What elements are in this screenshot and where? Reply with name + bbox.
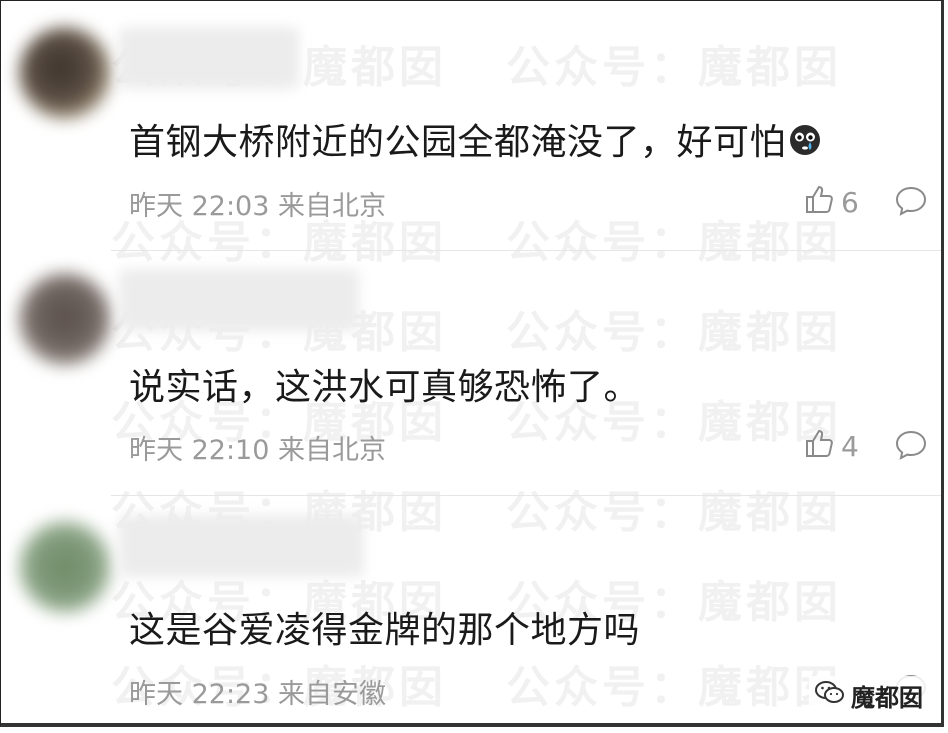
comment-text-content: 说实话，这洪水可真够恐怖了。: [129, 367, 641, 408]
username-blurred[interactable]: [119, 515, 364, 577]
username-blurred[interactable]: [119, 27, 299, 89]
comment-meta: 昨天 22:03 来自北京: [129, 184, 386, 223]
like-count: 4: [841, 430, 859, 463]
comment-list: 公众号：魔都囡 公众号：魔都囡 公众号：魔都囡 公众号：魔都囡 公众号：魔都囡 …: [0, 0, 944, 727]
comment-text-content: 首钢大桥附近的公园全都淹没了，好可怕: [129, 122, 787, 163]
brand-name: 魔都囡: [851, 684, 923, 712]
avatar[interactable]: [19, 521, 111, 613]
comment-location: 来自北京: [278, 435, 386, 466]
comment-text: 说实话，这洪水可真够恐怖了。: [129, 358, 640, 410]
avatar[interactable]: [19, 273, 111, 365]
watermark: 公众号：魔都囡: [506, 487, 842, 538]
divider: [111, 250, 941, 251]
comment-location: 来自北京: [278, 191, 386, 222]
crying-face-icon: [788, 123, 822, 166]
comment-location: 来自安徽: [278, 679, 386, 710]
wechat-icon: [815, 680, 845, 712]
watermark: 公众号：魔都囡: [506, 217, 842, 268]
comment-time: 昨天 22:03: [129, 191, 270, 222]
like-count: 6: [841, 186, 859, 219]
reply-button[interactable]: [894, 428, 928, 462]
reply-button[interactable]: [894, 184, 928, 218]
comment-meta: 昨天 22:23 来自安徽: [129, 672, 386, 711]
thumbs-up-icon: [803, 427, 835, 466]
speech-bubble-icon: [895, 430, 927, 460]
thumbs-up-icon: [803, 183, 835, 222]
comment-text: 这是谷爱凌得金牌的那个地方吗: [129, 601, 640, 653]
brand-watermark: 魔都囡: [809, 676, 929, 715]
watermark: 公众号：魔都囡: [506, 307, 842, 358]
comment-text: 首钢大桥附近的公园全都淹没了，好可怕: [129, 113, 822, 166]
avatar[interactable]: [19, 27, 111, 119]
watermark: 公众号：魔都囡: [506, 42, 842, 93]
comment-time: 昨天 22:10: [129, 435, 270, 466]
like-button[interactable]: 6: [803, 183, 859, 222]
like-button[interactable]: 4: [803, 427, 859, 466]
comment-meta: 昨天 22:10 来自北京: [129, 428, 386, 467]
username-blurred[interactable]: [119, 269, 359, 331]
speech-bubble-icon: [895, 186, 927, 216]
comment-text-content: 这是谷爱凌得金牌的那个地方吗: [129, 610, 641, 651]
comment-time: 昨天 22:23: [129, 679, 270, 710]
divider: [111, 495, 941, 496]
watermark: 公众号：魔都囡: [506, 662, 842, 713]
